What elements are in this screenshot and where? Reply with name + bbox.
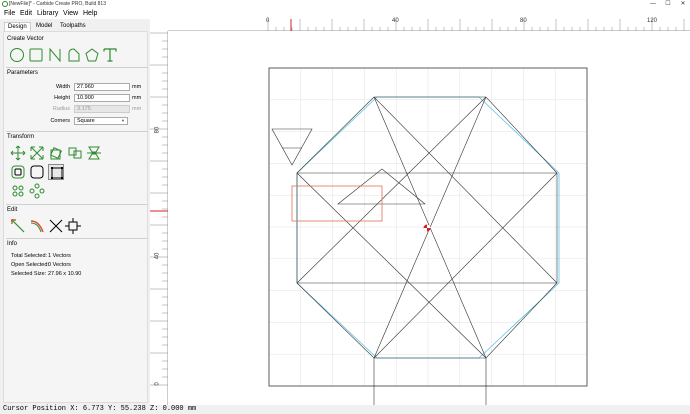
window-title: [NewFile]* - Carbide Create PRO, Build 8… (9, 1, 106, 7)
selected-size-value: 27.96 x 10.90 (48, 271, 82, 277)
status-bar: Cursor Position X: 6.773 Y: 55.238 Z: 0.… (0, 405, 690, 414)
radius-label: Radius (52, 106, 70, 112)
open-selected-value: 0 Vectors (48, 262, 71, 268)
menu-help[interactable]: Help (83, 10, 97, 18)
radius-field: 3.175 (74, 105, 130, 113)
ruler-y-label: 40 (154, 252, 161, 260)
left-ruler: 80 40 0 (150, 31, 168, 405)
align-icon[interactable] (67, 145, 83, 161)
ruler-y-label: 0 (154, 382, 161, 386)
corners-label: Corners (50, 118, 70, 124)
close-button[interactable]: ✕ (676, 0, 690, 9)
height-unit: mm (132, 95, 142, 101)
rectangle-icon[interactable] (28, 47, 44, 63)
width-unit: mm (132, 84, 142, 90)
width-field[interactable]: 27.960 (74, 83, 130, 91)
cut-icon[interactable] (48, 218, 64, 234)
ruler-x-label: 80 (520, 18, 527, 24)
curve-icon[interactable] (66, 47, 82, 63)
ruler-x-label: 0 (266, 18, 270, 24)
trim-icon[interactable] (29, 218, 45, 234)
circle-icon[interactable] (9, 47, 25, 63)
node-icon[interactable] (65, 218, 81, 234)
fillet-icon[interactable] (29, 164, 45, 180)
menu-file[interactable]: File (4, 10, 15, 18)
node-edit-icon[interactable] (48, 164, 64, 180)
maximize-button[interactable]: ☐ (661, 0, 675, 9)
total-selected-value: 1 Vectors (48, 253, 71, 259)
array-icon[interactable] (10, 183, 26, 199)
minimize-button[interactable]: — (646, 0, 660, 9)
drawing-area[interactable] (168, 31, 690, 405)
move-icon[interactable] (10, 145, 26, 161)
menu-library[interactable]: Library (37, 10, 58, 18)
menu-view[interactable]: View (63, 10, 78, 18)
tab-model[interactable]: Model (33, 22, 55, 31)
top-ruler: 0 40 80 120 (168, 18, 690, 31)
selected-size-label: Selected Size: (11, 271, 47, 277)
corners-dropdown[interactable]: Square ▼ (74, 117, 128, 125)
rotate-icon[interactable] (48, 145, 64, 161)
divider (6, 67, 147, 68)
height-label: Height (54, 95, 70, 101)
chevron-down-icon: ▼ (121, 118, 125, 123)
app-logo-icon (2, 1, 8, 7)
mirror-icon[interactable] (86, 145, 102, 161)
divider (6, 131, 147, 132)
title-bar: [NewFile]* - Carbide Create PRO, Build 8… (0, 0, 690, 9)
text-icon[interactable] (102, 47, 118, 63)
transform-title: Transform (7, 134, 35, 140)
ruler-corner (150, 19, 168, 31)
width-label: Width (55, 84, 70, 90)
parameters-title: Parameters (7, 70, 39, 76)
left-ruler-ticks (150, 32, 168, 386)
edit-title: Edit (7, 207, 18, 213)
polyline-icon[interactable] (47, 47, 63, 63)
offset-icon[interactable] (10, 164, 26, 180)
height-field[interactable]: 10.900 (74, 94, 130, 102)
scale-icon[interactable] (29, 145, 45, 161)
corners-value: Square (77, 118, 95, 124)
info-title: Info (7, 241, 18, 247)
radius-unit: mm (132, 106, 142, 112)
divider (6, 238, 147, 239)
divider (6, 204, 147, 205)
menu-edit[interactable]: Edit (20, 10, 32, 18)
top-ruler-ticks (267, 19, 685, 31)
circular-array-icon[interactable] (29, 183, 45, 199)
polygon-icon[interactable] (84, 47, 100, 63)
menu-bar: File Edit Library View Help (0, 9, 690, 19)
open-selected-label: Open Selected: (11, 262, 49, 268)
ruler-y-label: 80 (154, 126, 161, 134)
tab-toolpaths[interactable]: Toolpaths (57, 22, 89, 31)
total-selected-label: Total Selected: (11, 253, 48, 259)
ruler-x-label: 40 (392, 18, 399, 24)
ruler-x-label: 120 (647, 18, 658, 24)
cursor-position: Cursor Position X: 6.773 Y: 55.238 Z: 0.… (3, 405, 197, 413)
create-vector-title: Create Vector (7, 36, 44, 42)
join-icon[interactable] (10, 218, 26, 234)
